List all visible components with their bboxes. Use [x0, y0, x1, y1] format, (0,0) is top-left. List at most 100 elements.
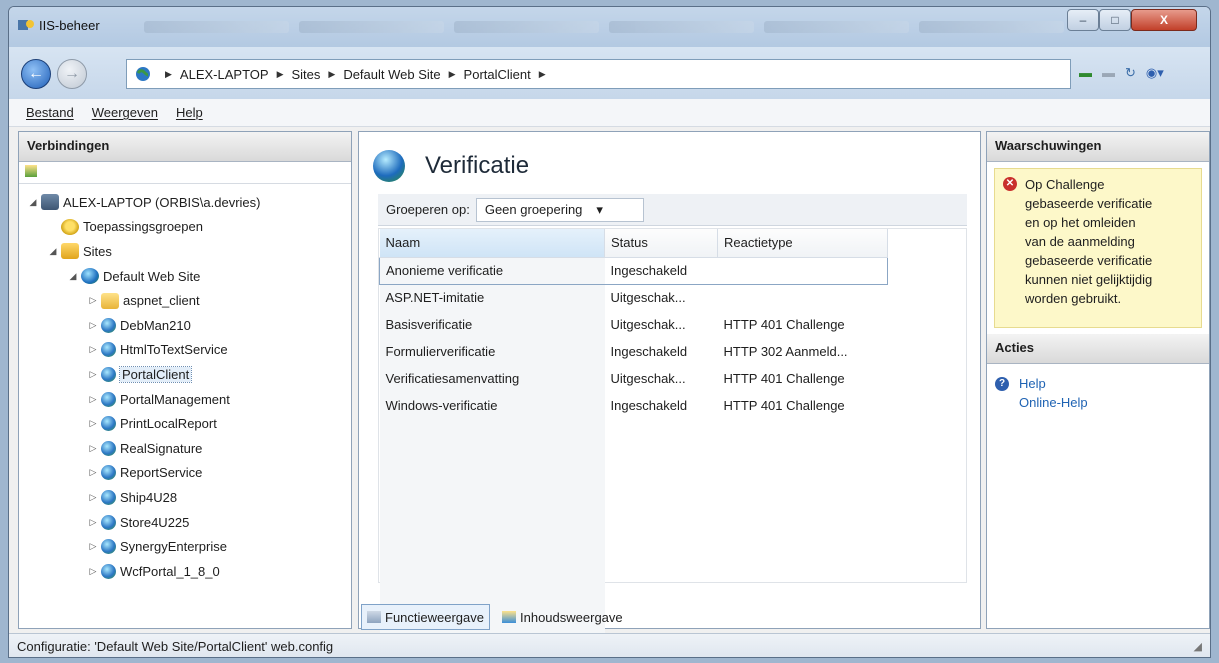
chevron-down-icon: ▾	[596, 201, 603, 217]
cell-status: Uitgeschak...	[610, 290, 686, 306]
actions-list: ? Help Online-Help	[987, 364, 1209, 422]
empty-cell	[718, 554, 888, 581]
start-page-icon[interactable]	[25, 165, 37, 177]
tree-item-label: Default Web Site	[103, 268, 201, 284]
tree-item[interactable]: ▷ Store4U225	[19, 510, 351, 535]
tab-inhoudsweergave[interactable]: Inhoudsweergave	[496, 604, 629, 630]
tree-item[interactable]: Toepassingsgroepen	[19, 215, 351, 240]
expand-toggle-icon[interactable]: ◢	[27, 197, 39, 208]
alert-line: worden gebruikt.	[1025, 291, 1122, 306]
menu-help[interactable]: Help	[176, 105, 203, 120]
alert-line: kunnen niet gelijktijdig	[1025, 272, 1153, 287]
action-online-help-link[interactable]: Online-Help	[1019, 393, 1088, 412]
authentication-grid: Naam Status Reactietype Anonieme verific…	[378, 228, 967, 635]
tree-item[interactable]: ◢ Default Web Site	[19, 264, 351, 289]
action-help-link[interactable]: Help	[1019, 374, 1046, 393]
expand-toggle-icon[interactable]: ▷	[87, 418, 99, 429]
address-tools: ▬ ▬ ↻ ◉▾	[1079, 65, 1164, 81]
group-by-label: Groeperen op:	[386, 202, 470, 217]
breadcrumb-default-web-site[interactable]: Default Web Site	[343, 67, 440, 82]
expand-toggle-icon[interactable]: ▷	[87, 443, 99, 454]
table-row[interactable]: Windows-verificatie Ingeschakeld HTTP 401 …	[379, 392, 888, 419]
empty-cell	[605, 554, 718, 581]
cell-naam: Verificatiesamenvatting	[379, 365, 605, 392]
action-help[interactable]: ? Help	[995, 374, 1201, 393]
table-row[interactable]: Anonieme verificatie Ingeschakeld	[379, 256, 888, 285]
network-icon[interactable]: ▬	[1079, 65, 1092, 81]
tree-item[interactable]: ▷ Ship4U28	[19, 485, 351, 510]
connections-tree: ◢ ALEX-LAPTOP (ORBIS\a.devries) Toepassing…	[19, 184, 351, 584]
expand-toggle-icon[interactable]: ▷	[87, 295, 99, 306]
tab-functieweergave[interactable]: Functieweergave	[361, 604, 490, 630]
tree-item-label: ALEX-LAPTOP (ORBIS\a.devries)	[63, 194, 261, 210]
group-by-value: Geen groepering	[484, 202, 583, 217]
tree-item[interactable]: ▷ RealSignature	[19, 436, 351, 461]
cell-naam: Basisverificatie	[379, 311, 605, 338]
table-row[interactable]: Basisverificatie Uitgeschak... HTTP 401 Ch…	[379, 311, 888, 338]
tree-item[interactable]: ▷ DebMan210	[19, 313, 351, 338]
expand-toggle-icon[interactable]: ▷	[87, 369, 99, 380]
menu-bestand[interactable]: Bestand	[26, 105, 74, 120]
connections-toolbar	[19, 162, 351, 184]
page-header: Verificatie	[373, 142, 529, 190]
tree-item[interactable]: ▷ WcfPortal_1_8_0	[19, 559, 351, 584]
menu-bar: Bestand Weergeven Help	[9, 99, 1210, 127]
grid-header-row: Naam Status Reactietype	[379, 229, 888, 258]
breadcrumb-portalclient[interactable]: PortalClient	[464, 67, 531, 82]
tree-item[interactable]: ▷ SynergyEnterprise	[19, 534, 351, 559]
tree-item[interactable]: ▷ aspnet_client	[19, 288, 351, 313]
alert-line: gebaseerde verificatie	[1025, 196, 1153, 211]
feature-view-icon	[367, 611, 381, 623]
column-header-status[interactable]: Status	[604, 229, 718, 258]
column-header-naam[interactable]: Naam	[379, 229, 605, 258]
expand-toggle-icon[interactable]: ▷	[87, 394, 99, 405]
web-app-icon	[101, 465, 116, 481]
breadcrumb-server[interactable]: ALEX-LAPTOP	[180, 67, 269, 82]
cell-status: Ingeschakeld	[604, 256, 718, 285]
tree-item[interactable]: ▷ HtmlToTextService	[19, 338, 351, 363]
maximize-button[interactable]: □	[1099, 9, 1131, 31]
iis-manager-window: IIS-beheer – □ X ← → ▶ ALEX-LAPTOP ▶ Sit…	[8, 6, 1211, 658]
expand-toggle-icon[interactable]: ▷	[87, 566, 99, 577]
forward-button[interactable]: →	[57, 59, 87, 89]
expand-toggle-icon[interactable]: ▷	[87, 541, 99, 552]
tree-item[interactable]: ▷ PortalClient	[19, 362, 351, 387]
tree-item[interactable]: ▷ PrintLocalReport	[19, 411, 351, 436]
expand-toggle-icon[interactable]: ▷	[87, 492, 99, 503]
cell-naam: Formulierverificatie	[379, 338, 605, 365]
table-row[interactable]: Formulierverificatie Ingeschakeld HTTP 302…	[379, 338, 888, 365]
expand-toggle-icon[interactable]: ▷	[87, 467, 99, 478]
resize-grip-icon[interactable]: ◢	[1194, 640, 1202, 653]
authentication-icon	[373, 150, 405, 182]
tree-item[interactable]: ▷ PortalManagement	[19, 387, 351, 412]
expand-toggle-icon[interactable]: ▷	[87, 320, 99, 331]
tree-item[interactable]: ◢ Sites	[19, 239, 351, 264]
refresh-icon[interactable]: ↻	[1125, 65, 1136, 81]
address-breadcrumb[interactable]: ▶ ALEX-LAPTOP ▶ Sites ▶ Default Web Site…	[126, 59, 1071, 89]
expand-toggle-icon[interactable]: ◢	[47, 246, 59, 257]
empty-row	[379, 419, 888, 446]
back-button[interactable]: ←	[21, 59, 51, 89]
expand-toggle-icon[interactable]: ▷	[87, 344, 99, 355]
action-online-help[interactable]: Online-Help	[995, 393, 1201, 412]
table-row[interactable]: ASP.NET-imitatie Uitgeschak...	[379, 284, 888, 311]
breadcrumb-sites[interactable]: Sites	[291, 67, 320, 82]
cell-naam: Anonieme verificatie	[379, 256, 605, 285]
page-title: Verificatie	[425, 152, 530, 179]
expand-toggle-icon[interactable]: ◢	[67, 271, 79, 282]
close-button[interactable]: X	[1131, 9, 1197, 31]
help-dropdown-icon[interactable]: ◉▾	[1146, 65, 1164, 81]
alert-line: gebaseerde verificatie	[1025, 253, 1153, 268]
menu-weergeven[interactable]: Weergeven	[92, 105, 158, 120]
group-by-dropdown[interactable]: Geen groepering ▾	[475, 197, 644, 222]
content-view-icon	[502, 611, 516, 623]
tree-item[interactable]: ▷ ReportService	[19, 461, 351, 486]
stop-icon[interactable]: ▬	[1102, 65, 1115, 81]
empty-cell	[718, 608, 888, 635]
expand-toggle-icon[interactable]: ▷	[87, 517, 99, 528]
tree-item[interactable]: ◢ ALEX-LAPTOP (ORBIS\a.devries)	[19, 190, 351, 215]
column-header-reactietype[interactable]: Reactietype	[717, 229, 888, 258]
minimize-button[interactable]: –	[1067, 9, 1099, 31]
table-row[interactable]: Verificatiesamenvatting Uitgeschak... HTTP…	[379, 365, 888, 392]
folder-icon	[101, 292, 119, 309]
